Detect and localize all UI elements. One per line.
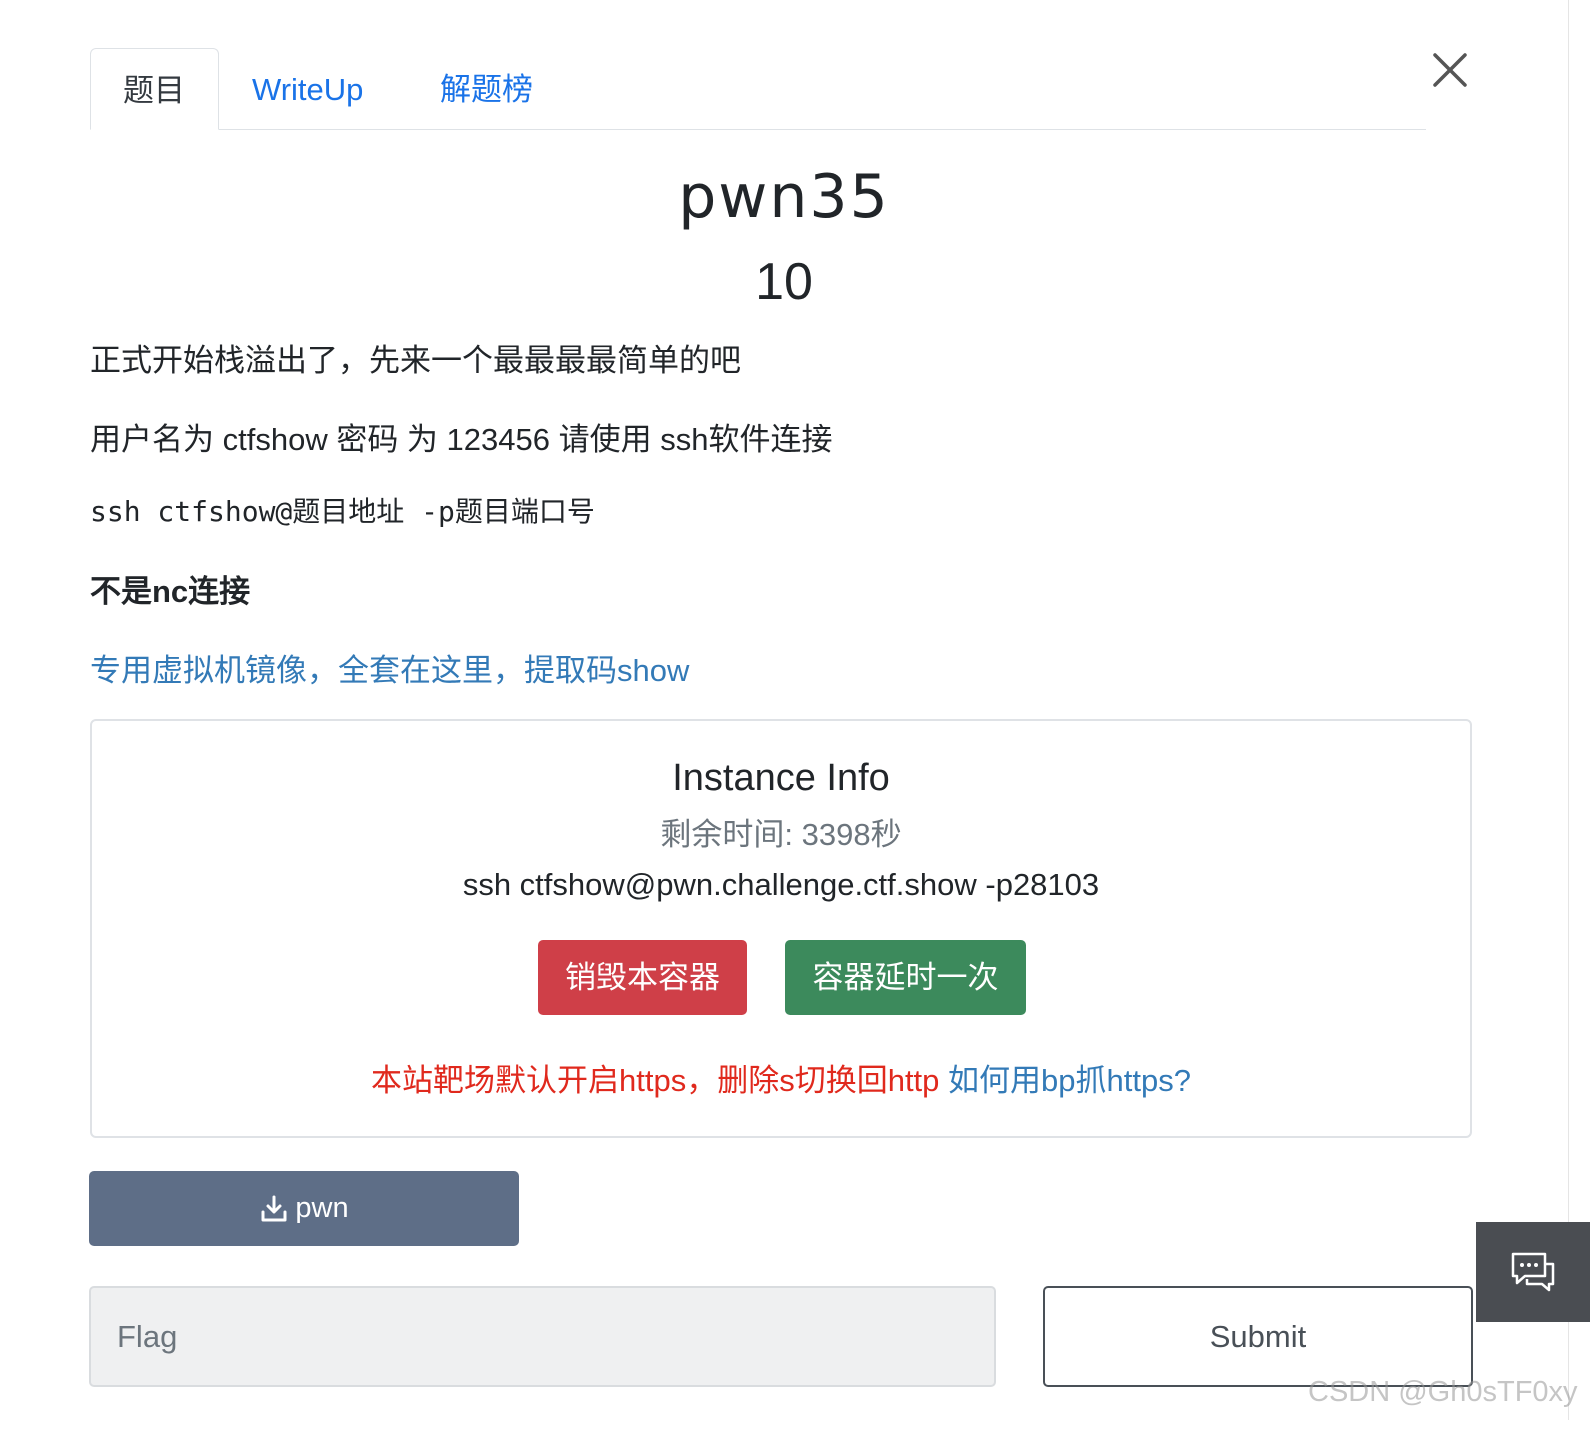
tab-solves[interactable]: 解题榜 bbox=[408, 48, 565, 129]
chat-widget-button[interactable] bbox=[1476, 1222, 1590, 1322]
flag-input[interactable] bbox=[89, 1286, 996, 1387]
tab-writeup[interactable]: WriteUp bbox=[220, 48, 395, 129]
description-bold: 不是nc连接 bbox=[90, 574, 251, 609]
download-icon bbox=[261, 1195, 287, 1221]
extend-container-button[interactable]: 容器延时一次 bbox=[785, 940, 1026, 1015]
description-code: ssh ctfshow@题目地址 -p题目端口号 bbox=[90, 495, 595, 528]
description-line: 用户名为 ctfshow 密码 为 123456 请使用 ssh软件连接 bbox=[90, 422, 833, 457]
https-note-text: 本站靶场默认开启https，删除s切换回http bbox=[371, 1063, 940, 1098]
challenge-points: 10 bbox=[755, 253, 813, 311]
submit-button[interactable]: Submit bbox=[1043, 1286, 1473, 1387]
https-note: 本站靶场默认开启https，删除s切换回http 如何用bp抓https? bbox=[92, 1055, 1470, 1100]
download-label: pwn bbox=[295, 1192, 349, 1224]
close-button[interactable] bbox=[1430, 50, 1470, 90]
remaining-time: 剩余时间: 3398秒 bbox=[660, 817, 902, 852]
watermark: CSDN @Gh0sTF0xy bbox=[1308, 1376, 1578, 1408]
chat-bubbles-icon bbox=[1511, 1252, 1555, 1292]
close-icon bbox=[1433, 53, 1467, 87]
challenge-title: pwn35 bbox=[678, 162, 890, 232]
destroy-container-button[interactable]: 销毁本容器 bbox=[538, 940, 747, 1015]
ssh-command: ssh ctfshow@pwn.challenge.ctf.show -p281… bbox=[462, 867, 1100, 902]
challenge-tabs: 题目 WriteUp 解题榜 bbox=[90, 48, 1426, 130]
instance-title: Instance Info bbox=[672, 757, 890, 799]
download-pwn-button[interactable]: pwn bbox=[89, 1171, 519, 1246]
bp-https-link[interactable]: 如何用bp抓https? bbox=[948, 1063, 1191, 1098]
vm-image-link[interactable]: 专用虚拟机镜像，全套在这里，提取码show bbox=[90, 645, 689, 690]
description-line: 正式开始栈溢出了，先来一个最最最最简单的吧 bbox=[90, 343, 741, 378]
challenge-modal: 题目 WriteUp 解题榜 pwn35 10 正式开始栈溢出了，先来一个最最最… bbox=[0, 0, 1569, 1420]
tab-challenge[interactable]: 题目 bbox=[90, 48, 219, 130]
instance-info-panel: Instance Info 剩余时间: 3398秒 ssh ctfshow@pw… bbox=[90, 719, 1472, 1138]
